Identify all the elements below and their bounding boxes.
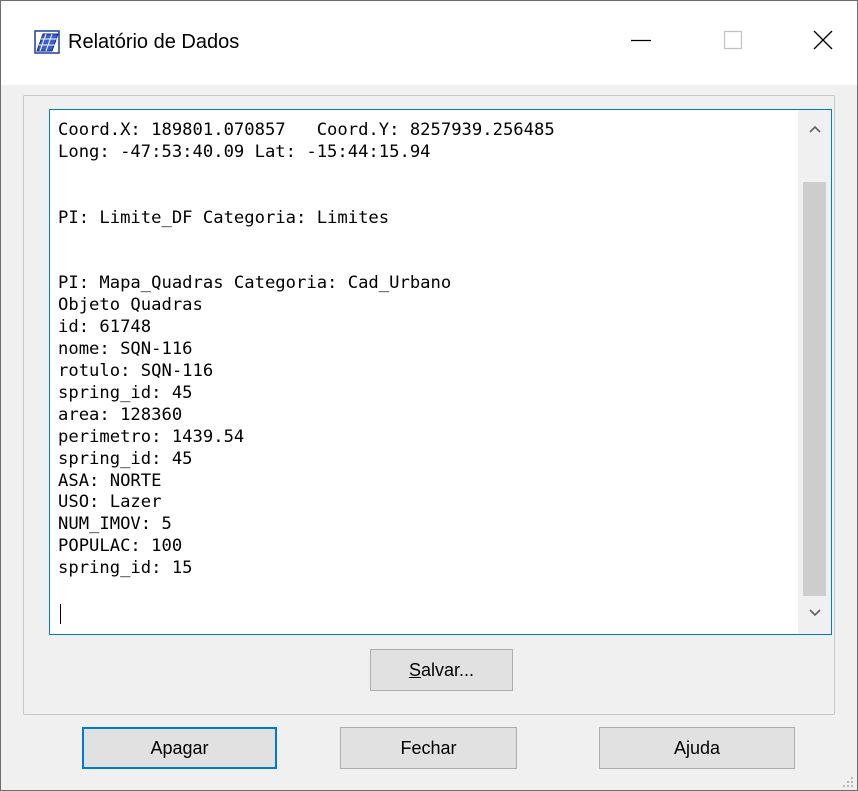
vertical-scrollbar[interactable]	[798, 110, 831, 634]
close-button[interactable]	[793, 17, 853, 67]
window-title: Relatório de Dados	[68, 31, 240, 53]
text-caret	[60, 604, 61, 624]
close-dialog-label: Fechar	[400, 737, 457, 758]
report-line: Long: -47:53:40.09 Lat: -15:44:15.94	[58, 141, 431, 162]
report-line: spring_id: 45	[58, 448, 193, 469]
report-line: area: 128360	[58, 404, 183, 425]
help-button[interactable]: Ajuda	[599, 727, 795, 769]
report-line: NUM_IMOV: 5	[58, 514, 172, 535]
minimize-icon	[631, 30, 651, 55]
save-label: alvar...	[420, 659, 475, 680]
clear-label: Apagar	[150, 737, 209, 758]
report-text: Coord.X: 189801.070857 Coord.Y: 8257939.…	[58, 120, 788, 580]
report-line	[58, 251, 788, 273]
save-button[interactable]: Salvar...	[370, 649, 513, 691]
report-line	[58, 164, 788, 186]
report-line	[58, 186, 788, 208]
report-line: nome: SQN-116	[58, 339, 193, 360]
report-line: Coord.X: 189801.070857 Coord.Y: 8257939.…	[58, 120, 555, 140]
scroll-thumb[interactable]	[803, 182, 826, 596]
report-dialog: Relatório de Dados Coord.X: 189801.07085…	[0, 0, 858, 791]
report-line: PI: Limite_DF Categoria: Limites	[58, 207, 390, 228]
chart-grid-icon	[34, 30, 60, 54]
report-line	[58, 230, 788, 252]
save-accelerator: S	[408, 659, 421, 680]
report-line: spring_id: 15	[58, 558, 193, 579]
chevron-up-icon	[808, 121, 822, 139]
clear-button[interactable]: Apagar	[82, 727, 277, 769]
scroll-down-button[interactable]	[798, 594, 831, 634]
report-line: PI: Mapa_Quadras Categoria: Cad_Urbano	[58, 273, 452, 294]
report-line: perimetro: 1439.54	[58, 426, 245, 447]
report-line: Objeto Quadras	[58, 295, 203, 316]
report-line: id: 61748	[58, 317, 152, 338]
resize-grip-icon[interactable]	[842, 775, 854, 787]
report-line: rotulo: SQN-116	[58, 360, 214, 381]
minimize-button[interactable]	[611, 17, 671, 67]
report-textarea[interactable]: Coord.X: 189801.070857 Coord.Y: 8257939.…	[49, 109, 832, 635]
maximize-icon	[723, 30, 743, 55]
scroll-up-button[interactable]	[798, 110, 831, 150]
help-label: Ajuda	[673, 737, 721, 758]
maximize-button	[703, 17, 763, 67]
report-line: POPULAC: 100	[58, 536, 183, 557]
chevron-down-icon	[808, 605, 822, 623]
report-line: spring_id: 45	[58, 382, 193, 403]
close-icon	[813, 30, 833, 55]
report-line: USO: Lazer	[58, 492, 162, 513]
report-line: ASA: NORTE	[58, 470, 162, 491]
title-bar[interactable]: Relatório de Dados	[1, 1, 857, 85]
close-dialog-button[interactable]: Fechar	[340, 727, 517, 769]
